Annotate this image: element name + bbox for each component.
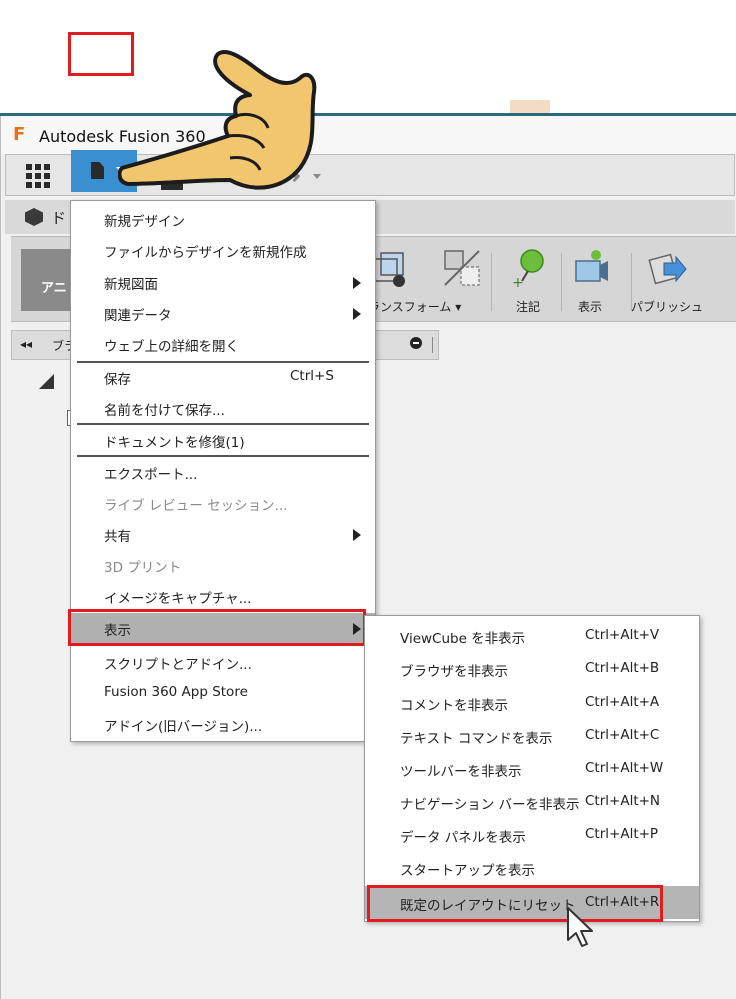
- submenu-item-label: テキスト コマンドを表示: [400, 731, 553, 747]
- submenu-item-shortcut: Ctrl+Alt+C: [585, 727, 660, 743]
- submenu-item-shortcut: Ctrl+Alt+N: [585, 793, 661, 809]
- submenu-item-label: スタートアップを表示: [400, 863, 535, 879]
- title-bar: F Autodesk Fusion 360: [1, 116, 736, 154]
- collapse-left-icon[interactable]: ◂◂: [20, 337, 32, 351]
- submenu-item-shortcut: Ctrl+Alt+B: [585, 660, 660, 676]
- toolbar-separator: [491, 253, 492, 311]
- document-cube-icon: [25, 208, 43, 226]
- workspace-label: アニ: [41, 281, 67, 296]
- menu-item-label: Fusion 360 App Store: [104, 684, 248, 700]
- menu-item-label: スクリプトとアドイン...: [104, 657, 252, 673]
- menu-item-label: 共有: [104, 529, 131, 545]
- tool-label: パブリッシュ: [631, 300, 704, 314]
- tree-expand-arrow-icon[interactable]: [39, 374, 54, 389]
- menu-item-recover-document[interactable]: ドキュメントを修復(1): [71, 425, 375, 455]
- menu-item-open-on-web[interactable]: ウェブ上の詳細を開く: [71, 329, 375, 359]
- menu-item-capture-image[interactable]: イメージをキャプチャ...: [71, 581, 375, 611]
- workspace-switcher[interactable]: アニ: [21, 249, 77, 311]
- mouse-pointer-icon: [567, 907, 593, 947]
- menu-item-label: 3D プリント: [104, 560, 182, 576]
- submenu-item-label: ブラウザを非表示: [400, 664, 508, 680]
- submenu-item-shortcut: Ctrl+Alt+A: [585, 694, 660, 710]
- submenu-item-label: コメントを非表示: [400, 698, 508, 714]
- annotation-tool[interactable]: + 注記: [493, 243, 563, 317]
- menu-item-live-review: ライブ レビュー セッション...: [71, 488, 375, 518]
- menu-item-label: 関連データ: [104, 308, 172, 324]
- menu-item-shortcut: Ctrl+S: [290, 368, 334, 384]
- submenu-item-shortcut: Ctrl+Alt+P: [585, 826, 659, 842]
- menu-item-save[interactable]: 保存 Ctrl+S: [71, 362, 375, 392]
- menu-item-legacy-addins[interactable]: アドイン(旧バージョン)...: [71, 709, 375, 739]
- menu-item-label: ドキュメントを修復(1): [104, 435, 245, 451]
- submenu-item-show-startup[interactable]: スタートアップを表示: [365, 851, 699, 884]
- file-icon: [91, 162, 104, 179]
- menu-item-label: エクスポート...: [104, 467, 198, 483]
- submenu-arrow-icon: [353, 308, 361, 320]
- menu-item-label: 保存: [104, 372, 131, 388]
- menu-item-label: ライブ レビュー セッション...: [104, 498, 288, 514]
- pointing-hand-icon: [118, 50, 317, 190]
- submenu-item-show-text-commands[interactable]: テキスト コマンドを表示 Ctrl+Alt+C: [365, 719, 699, 752]
- submenu-item-shortcut: Ctrl+Alt+W: [585, 760, 664, 776]
- tool-label: 注記: [515, 300, 540, 314]
- display-submenu: ViewCube を非表示 Ctrl+Alt+V ブラウザを非表示 Ctrl+Alt…: [364, 615, 700, 922]
- menu-item-app-store[interactable]: Fusion 360 App Store: [71, 678, 375, 708]
- submenu-item-shortcut: Ctrl+Alt+V: [585, 627, 660, 643]
- submenu-item-label: ViewCube を非表示: [400, 631, 526, 647]
- submenu-arrow-icon: [353, 277, 361, 289]
- app-logo-icon: F: [13, 124, 26, 145]
- menu-item-new-drawing[interactable]: 新規図面: [71, 267, 375, 297]
- menu-item-label: 新規図面: [104, 277, 158, 293]
- submenu-item-label: ナビゲーション バーを非表示: [400, 797, 580, 813]
- menu-item-label: イメージをキャプチャ...: [104, 591, 252, 607]
- minimize-icon[interactable]: [410, 337, 422, 349]
- submenu-item-label: ツールバーを非表示: [400, 764, 522, 780]
- menu-item-label: ファイルからデザインを新規作成: [104, 245, 307, 261]
- menu-item-export[interactable]: エクスポート...: [71, 457, 375, 487]
- camera-icon: [575, 250, 608, 282]
- menu-item-related-data[interactable]: 関連データ: [71, 298, 375, 328]
- data-panel-grid-icon[interactable]: [26, 164, 50, 188]
- submenu-item-hide-viewcube[interactable]: ViewCube を非表示 Ctrl+Alt+V: [365, 619, 699, 652]
- submenu-item-show-data-panel[interactable]: データ パネルを表示 Ctrl+Alt+P: [365, 818, 699, 851]
- menu-item-new-design-from-file[interactable]: ファイルからデザインを新規作成: [71, 235, 375, 265]
- svg-text:+: +: [512, 275, 524, 289]
- submenu-item-hide-navigation-bar[interactable]: ナビゲーション バーを非表示 Ctrl+Alt+N: [365, 785, 699, 818]
- menu-item-label: ウェブ上の詳細を開く: [104, 339, 239, 355]
- file-dropdown-menu: 新規デザイン ファイルからデザインを新規作成 新規図面 関連データ ウェブ上の詳…: [70, 200, 376, 742]
- menu-item-share[interactable]: 共有: [71, 519, 375, 549]
- display-tool[interactable]: 表示: [555, 243, 625, 317]
- publish-icon: [648, 253, 687, 285]
- menu-item-label: アドイン(旧バージョン)...: [104, 719, 263, 735]
- tool-label: 表示: [577, 300, 602, 314]
- delete-tool[interactable]: [426, 243, 496, 317]
- menu-item-save-as[interactable]: 名前を付けて保存...: [71, 393, 375, 423]
- menu-item-3d-print: 3D プリント: [71, 550, 375, 580]
- background-window-fragment: [510, 100, 550, 113]
- menu-item-label: 名前を付けて保存...: [104, 403, 225, 419]
- browser-header-separator: [432, 337, 433, 353]
- display-item-highlight: [68, 609, 366, 646]
- submenu-item-hide-comments[interactable]: コメントを非表示 Ctrl+Alt+A: [365, 686, 699, 719]
- submenu-item-label: データ パネルを表示: [400, 830, 526, 846]
- transform-icon: [374, 252, 405, 287]
- submenu-arrow-icon: [353, 529, 361, 541]
- delete-icon: [444, 250, 480, 286]
- menu-item-new-design[interactable]: 新規デザイン: [71, 204, 375, 234]
- reset-layout-highlight: [367, 885, 663, 922]
- menu-item-scripts-addins[interactable]: スクリプトとアドイン...: [71, 647, 375, 677]
- document-tab-label[interactable]: ド: [51, 207, 66, 228]
- publish-tool[interactable]: パブリッシュ: [631, 243, 704, 317]
- submenu-item-hide-browser[interactable]: ブラウザを非表示 Ctrl+Alt+B: [365, 652, 699, 685]
- submenu-item-hide-toolbar[interactable]: ツールバーを非表示 Ctrl+Alt+W: [365, 752, 699, 785]
- annotation-icon: +: [512, 249, 544, 289]
- menu-item-label: 新規デザイン: [104, 214, 185, 230]
